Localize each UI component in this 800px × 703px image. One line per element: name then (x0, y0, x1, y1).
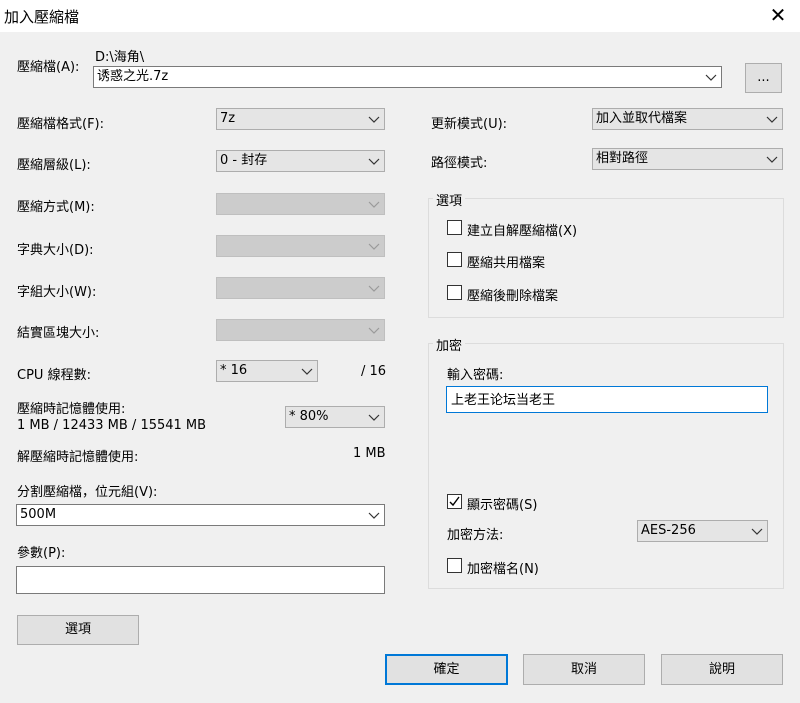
chevron-down-icon (367, 109, 381, 129)
mem-decompress-value: 1 MB (353, 446, 386, 461)
format-value: 7z (220, 111, 236, 126)
cancel-button[interactable]: 取消 (523, 654, 645, 685)
delete-checkbox[interactable] (447, 285, 462, 300)
shared-checkbox[interactable] (447, 252, 462, 267)
cpu-select[interactable]: * 16 (216, 360, 318, 382)
word-label: 字組大小(W): (17, 285, 97, 300)
mem-decompress-label: 解壓縮時記憶體使用: (17, 450, 139, 465)
mem-compress-detail: 1 MB / 12433 MB / 15541 MB (17, 418, 207, 433)
encrypt-names-checkbox[interactable] (447, 558, 462, 573)
method-label: 壓縮方式(M): (17, 200, 95, 215)
method-select (216, 193, 385, 215)
chevron-down-icon (367, 407, 381, 427)
solid-label: 結實區塊大小: (17, 326, 100, 341)
sfx-checkbox[interactable] (447, 220, 462, 235)
shared-label[interactable]: 壓縮共用檔案 (467, 252, 545, 271)
cpu-value: * 16 (220, 363, 248, 378)
encryption-group-title: 加密 (433, 335, 466, 354)
archive-name-value: 诱惑之光.7z (97, 69, 169, 84)
chevron-down-icon (367, 505, 381, 525)
chevron-down-icon (367, 151, 381, 171)
password-value: 上老王论坛当老王 (451, 393, 556, 408)
chevron-down-icon (750, 521, 764, 541)
path-mode-value: 相對路徑 (596, 151, 649, 166)
checkmark-icon (449, 496, 460, 507)
split-value: 500M (20, 507, 57, 522)
dict-label: 字典大小(D): (17, 243, 94, 258)
enc-method-select[interactable]: AES-256 (637, 520, 768, 542)
chevron-down-icon (367, 278, 381, 298)
chevron-down-icon (367, 194, 381, 214)
mem-compress-select[interactable]: * 80% (285, 406, 385, 428)
solid-select (216, 319, 385, 341)
chevron-down-icon (765, 109, 779, 129)
level-value: 0 - 封存 (220, 153, 268, 168)
window-title: 加入壓縮檔 (4, 8, 80, 26)
close-icon[interactable]: ✕ (766, 2, 790, 28)
sfx-label[interactable]: 建立自解壓縮檔(X) (467, 220, 577, 239)
level-select[interactable]: 0 - 封存 (216, 150, 385, 172)
options-button[interactable]: 選項 (17, 615, 139, 645)
chevron-down-icon (765, 149, 779, 169)
cpu-total: / 16 (361, 364, 387, 379)
encrypt-names-label[interactable]: 加密檔名(N) (467, 558, 539, 577)
show-password-checkbox[interactable] (447, 494, 462, 509)
path-mode-select[interactable]: 相對路徑 (592, 148, 783, 170)
browse-button[interactable]: ... (745, 63, 782, 93)
mem-compress-value: * 80% (289, 409, 329, 424)
title-bar (0, 0, 800, 32)
format-select[interactable]: 7z (216, 108, 385, 130)
enc-method-value: AES-256 (641, 523, 696, 538)
dict-select (216, 235, 385, 257)
params-label: 參數(P): (17, 546, 66, 561)
chevron-down-icon (367, 236, 381, 256)
archive-label: 壓縮檔(A): (17, 60, 80, 75)
help-button[interactable]: 說明 (661, 654, 783, 685)
password-input[interactable]: 上老王论坛当老王 (446, 386, 768, 413)
enc-method-label: 加密方法: (447, 528, 504, 543)
format-label: 壓縮檔格式(F): (17, 117, 105, 132)
chevron-down-icon (367, 320, 381, 340)
update-select[interactable]: 加入並取代檔案 (592, 108, 783, 130)
split-combo[interactable]: 500M (16, 504, 385, 526)
mem-compress-label: 壓縮時記憶體使用: (17, 402, 126, 417)
chevron-down-icon (704, 67, 718, 87)
update-value: 加入並取代檔案 (596, 111, 688, 126)
archive-path: D:\海角\ (95, 50, 145, 65)
delete-label[interactable]: 壓縮後刪除檔案 (467, 285, 558, 304)
word-select (216, 277, 385, 299)
show-password-label[interactable]: 顯示密碼(S) (467, 494, 537, 513)
path-mode-label: 路徑模式: (431, 156, 488, 171)
chevron-down-icon (300, 361, 314, 381)
password-label: 輸入密碼: (447, 368, 504, 383)
cpu-label: CPU 線程數: (17, 368, 91, 383)
archive-name-combo[interactable]: 诱惑之光.7z (93, 66, 722, 88)
split-label: 分割壓縮檔，位元組(V): (17, 485, 158, 500)
ok-button[interactable]: 確定 (385, 654, 508, 685)
params-input[interactable] (16, 566, 385, 594)
level-label: 壓縮層級(L): (17, 158, 91, 173)
update-label: 更新模式(U): (431, 117, 508, 132)
options-group-title: 選項 (433, 190, 466, 209)
